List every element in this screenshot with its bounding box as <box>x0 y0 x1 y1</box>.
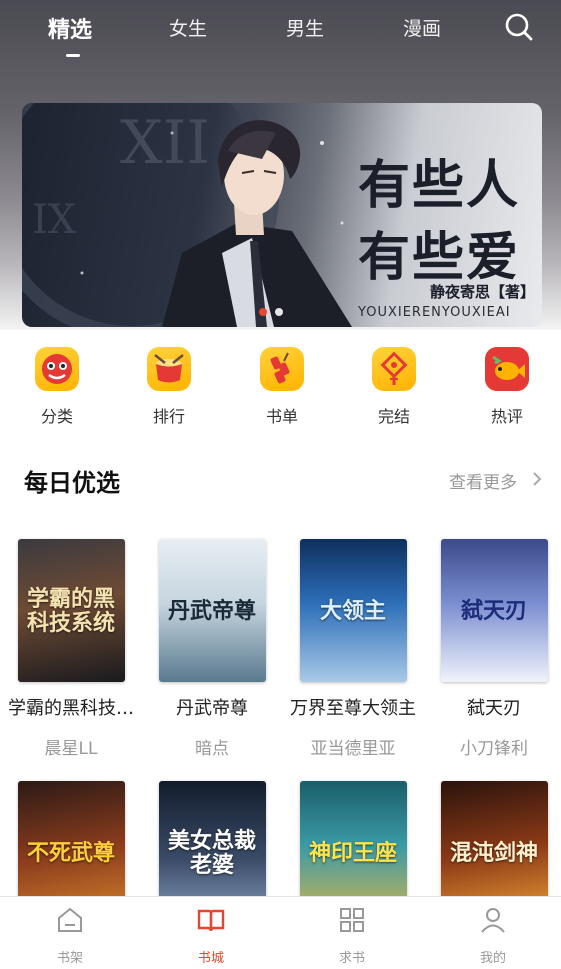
book-card[interactable]: 弑天刃 弑天刃 小刀锋利 <box>429 539 559 759</box>
entry-hot-reviews-label: 热评 <box>490 407 523 426</box>
entry-completed[interactable]: 完结 <box>349 340 439 427</box>
book-author: 小刀锋利 <box>460 739 528 759</box>
tab-male[interactable]: 男生 <box>286 14 324 41</box>
entry-ranking-label: 排行 <box>152 407 185 426</box>
search-icon[interactable] <box>504 12 534 42</box>
tab-featured[interactable]: 精选 <box>48 12 92 44</box>
book-card[interactable]: 丹武帝尊 丹武帝尊 暗点 <box>147 539 277 759</box>
svg-text:IX: IX <box>32 197 77 243</box>
book-cover-title: 神印王座 <box>308 839 397 866</box>
nav-bookstore-label: 书城 <box>197 951 224 966</box>
svg-text:XII: XII <box>120 108 210 178</box>
nav-bookstore[interactable]: 书城 <box>171 905 251 966</box>
bookshelf-icon <box>58 907 82 932</box>
entry-category-label: 分类 <box>40 407 73 426</box>
drum-icon <box>147 347 191 391</box>
see-more-link[interactable]: 查看更多 <box>449 468 517 493</box>
book-cover[interactable]: 弑天刃 <box>440 539 548 682</box>
user-icon <box>481 908 505 933</box>
entry-hot-reviews[interactable]: 热评 <box>462 340 552 427</box>
bottom-navigation: 书架 书城 求书 我的 <box>0 896 561 969</box>
nav-profile-label: 我的 <box>479 951 506 966</box>
book-cover[interactable]: 丹武帝尊 <box>158 539 266 682</box>
entry-booklist-label: 书单 <box>265 407 298 426</box>
book-cover[interactable]: 大领主 <box>299 539 407 682</box>
active-tab-indicator <box>66 54 80 57</box>
banner-character-illustration: XII IX <box>22 103 352 327</box>
firecracker-icon <box>260 347 304 391</box>
tab-female[interactable]: 女生 <box>169 14 207 41</box>
banner-dot-1[interactable] <box>259 308 267 316</box>
banner-pinyin: YOUXIERENYOUXIEAI <box>358 305 511 320</box>
promo-banner[interactable]: XII IX 有些人 有些爱 静夜寄思【著】 YOUXIERENYOUXIEAI <box>22 103 542 327</box>
book-title[interactable]: 学霸的黑科技… <box>6 694 136 720</box>
nav-bookshelf-label: 书架 <box>56 951 83 966</box>
book-cover-title: 学霸的黑科技系统 <box>26 585 115 636</box>
book-cover-title: 丹武帝尊 <box>167 597 256 624</box>
nav-bookshelf[interactable]: 书架 <box>30 905 110 966</box>
tab-comics[interactable]: 漫画 <box>403 14 441 41</box>
banner-author: 静夜寄思【著】 <box>430 283 536 301</box>
koi-fish-icon <box>485 347 529 391</box>
grid-icon <box>340 908 364 932</box>
lion-dance-icon <box>35 347 79 391</box>
quick-entry-row: 分类 排行 书单 完结 热评 <box>0 340 561 440</box>
book-cover-title: 美女总裁老婆 <box>167 827 256 878</box>
nav-request-book[interactable]: 求书 <box>312 905 392 966</box>
banner-title-line1: 有些人 <box>358 155 521 216</box>
book-author: 暗点 <box>195 739 229 759</box>
banner-page-indicator <box>259 308 283 316</box>
book-cover-title: 弑天刃 <box>460 597 527 624</box>
chevron-right-icon[interactable] <box>531 471 543 487</box>
book-card[interactable]: 大领主 万界至尊大领主 亚当德里亚 <box>288 539 418 759</box>
section-title-daily: 每日优选 <box>24 469 120 497</box>
top-tab-bar: 精选 女生 男生 漫画 <box>0 0 561 60</box>
banner-dot-2[interactable] <box>275 308 283 316</box>
open-book-icon <box>197 909 225 932</box>
nav-profile[interactable]: 我的 <box>453 905 533 966</box>
nav-request-book-label: 求书 <box>338 951 365 966</box>
entry-category[interactable]: 分类 <box>12 340 102 427</box>
entry-completed-label: 完结 <box>377 407 410 426</box>
book-card[interactable]: 学霸的黑科技系统 学霸的黑科技… 晨星LL <box>6 539 136 759</box>
book-title[interactable]: 弑天刃 <box>429 694 559 720</box>
chinese-knot-icon <box>372 347 416 391</box>
book-cover-title: 不死武尊 <box>26 839 115 866</box>
book-cover[interactable]: 学霸的黑科技系统 <box>17 539 125 682</box>
entry-booklist[interactable]: 书单 <box>237 340 327 427</box>
entry-ranking[interactable]: 排行 <box>124 340 214 427</box>
book-author: 晨星LL <box>44 739 98 759</box>
book-title[interactable]: 万界至尊大领主 <box>288 694 418 720</box>
banner-title-line2: 有些爱 <box>358 227 521 288</box>
book-cover-title: 大领主 <box>319 597 386 624</box>
book-author: 亚当德里亚 <box>310 739 396 759</box>
book-title[interactable]: 丹武帝尊 <box>147 694 277 720</box>
book-cover-title: 混沌剑神 <box>449 839 538 866</box>
